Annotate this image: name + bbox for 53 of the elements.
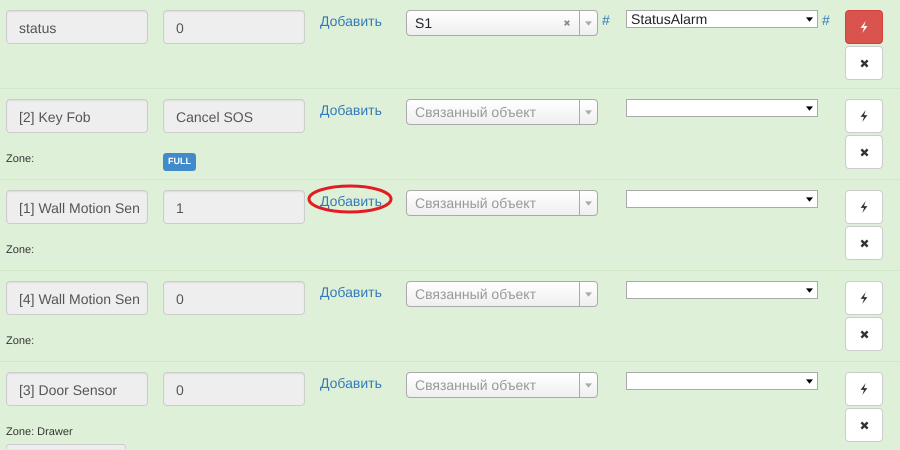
zone-label: Zone: — [6, 243, 34, 258]
caret-icon — [585, 20, 592, 26]
value-field[interactable]: Cancel SOS — [163, 99, 305, 133]
caret-icon — [806, 196, 813, 202]
close-icon — [858, 420, 870, 430]
field-select[interactable] — [626, 99, 818, 117]
caret-icon — [585, 292, 592, 296]
delete-button[interactable] — [845, 408, 883, 442]
zone-label: Zone: Drawer — [6, 425, 73, 440]
caret-icon — [806, 16, 813, 22]
lightning-icon — [858, 200, 870, 214]
field-select[interactable] — [626, 190, 818, 208]
zone-label: Zone: — [6, 334, 34, 349]
add-link[interactable]: Добавить — [320, 102, 382, 118]
field-select[interactable] — [626, 372, 818, 390]
name-field[interactable]: [4] Wall Motion Sen — [6, 281, 148, 315]
delete-button[interactable] — [845, 46, 883, 80]
caret-icon — [806, 288, 813, 292]
caret-icon — [806, 106, 813, 110]
hash-link[interactable]: # — [602, 12, 610, 28]
lightning-icon — [858, 20, 870, 34]
delete-button[interactable] — [845, 317, 883, 351]
caret-icon — [585, 382, 592, 388]
add-link[interactable]: Добавить — [320, 13, 382, 29]
add-link[interactable]: Добавить — [320, 375, 382, 391]
value-field[interactable]: 0 — [163, 372, 305, 406]
close-icon — [858, 328, 870, 340]
close-icon — [858, 146, 870, 158]
caret-icon — [806, 378, 813, 384]
field-select[interactable]: StatusAlarm — [626, 10, 818, 28]
close-icon — [858, 238, 870, 248]
name-field[interactable]: [3] Door Sensor — [6, 372, 148, 406]
caret-icon — [585, 110, 592, 114]
zone-label: Zone: — [6, 152, 34, 167]
delete-button[interactable] — [845, 226, 883, 260]
lightning-icon — [858, 382, 870, 396]
lightning-icon — [858, 291, 870, 305]
hash-link[interactable]: # — [822, 12, 830, 28]
zone-tag: FULL — [163, 153, 196, 170]
add-link[interactable]: Добавить — [320, 284, 382, 300]
name-field[interactable]: [2] Key Fob — [6, 99, 148, 133]
linked-object-select[interactable]: S1 — [406, 10, 598, 36]
input-field[interactable] — [6, 444, 126, 449]
field-select[interactable] — [626, 281, 818, 299]
value-field[interactable]: 1 — [163, 190, 305, 224]
name-field[interactable]: [1] Wall Motion Sen — [6, 190, 148, 224]
delete-button[interactable] — [845, 135, 883, 169]
lightning-icon — [858, 109, 870, 123]
value-field[interactable]: 0 — [163, 10, 305, 44]
caret-icon — [585, 200, 592, 206]
close-icon — [858, 58, 870, 68]
value-field[interactable]: 0 — [163, 281, 305, 315]
name-field[interactable]: status — [6, 10, 148, 44]
